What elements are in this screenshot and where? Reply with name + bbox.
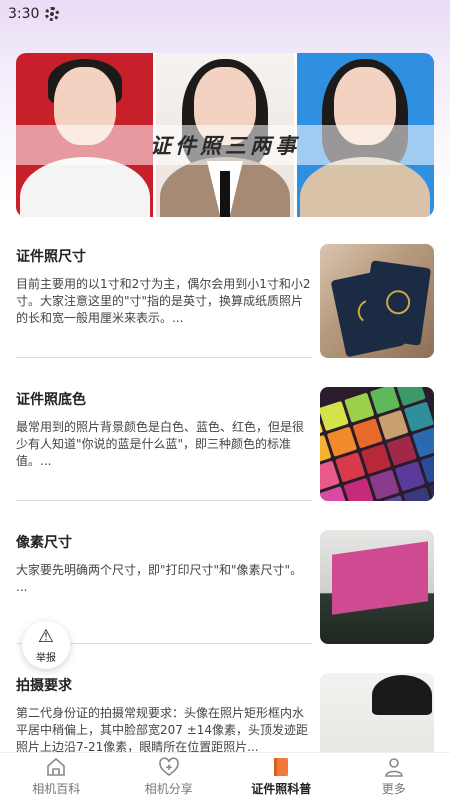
article-title: 证件照底色	[16, 392, 86, 408]
color-swatches-thumbnail	[320, 387, 434, 501]
person-icon	[383, 756, 405, 778]
article-list: 证件照尺寸 目前主要用的以1寸和2寸为主，偶尔会用到小1寸和小2寸。大家注意这里…	[16, 228, 434, 800]
article-item[interactable]: 像素尺寸 大家要先明确两个尺寸，即"打印尺寸"和"像素尺寸"。 ...	[16, 514, 434, 657]
article-summary: 最常用到的照片背景颜色是白色、蓝色、红色，但是很少有人知道"你说的蓝是什么蓝"，…	[16, 420, 305, 468]
report-label: 举报	[36, 652, 56, 664]
settings-gear-icon	[45, 7, 60, 21]
article-title: 证件照尺寸	[16, 249, 86, 265]
nav-label: 相机百科	[32, 782, 81, 796]
article-summary: 目前主要用的以1寸和2寸为主，偶尔会用到小1寸和小2寸。大家注意这里的"寸"指的…	[16, 277, 311, 325]
nav-item-camera-share[interactable]: 相机分享	[113, 753, 226, 800]
book-icon	[270, 756, 292, 778]
article-summary: 大家要先明确两个尺寸，即"打印尺寸"和"像素尺寸"。 ...	[16, 563, 303, 594]
nav-item-camera-encyclopedia[interactable]: 相机百科	[0, 753, 113, 800]
banner-title: 证件照三两事	[16, 125, 434, 165]
warning-triangle-icon: ⚠	[37, 625, 55, 647]
divider	[16, 500, 312, 501]
divider	[16, 357, 312, 358]
heart-plus-icon	[158, 756, 180, 778]
article-title: 拍摄要求	[16, 678, 72, 694]
article-item[interactable]: 证件照底色 最常用到的照片背景颜色是白色、蓝色、红色，但是很少有人知道"你说的蓝…	[16, 371, 434, 514]
article-title: 像素尺寸	[16, 535, 72, 551]
bottom-navigation: 相机百科 相机分享 证件照科普 更多	[0, 752, 450, 800]
article-summary: 第二代身份证的拍摄常规要求：头像在照片矩形框内水平居中稍偏上，其中脸部宽207 …	[16, 706, 309, 754]
nav-label: 相机分享	[144, 782, 193, 796]
nav-label: 证件照科普	[251, 782, 312, 796]
nav-item-id-photo-guide[interactable]: 证件照科普	[225, 753, 338, 800]
printing-press-thumbnail	[320, 530, 434, 644]
status-bar: 3:30	[0, 0, 450, 28]
nav-item-more[interactable]: 更多	[338, 753, 450, 800]
article-item[interactable]: 证件照尺寸 目前主要用的以1寸和2寸为主，偶尔会用到小1寸和小2寸。大家注意这里…	[16, 228, 434, 371]
status-time: 3:30	[8, 6, 40, 22]
nav-label: 更多	[381, 782, 406, 796]
banner-image[interactable]: 证件照三两事	[16, 53, 434, 217]
passport-thumbnail	[320, 244, 434, 358]
report-button[interactable]: ⚠ 举报	[22, 621, 70, 669]
home-icon	[45, 756, 67, 778]
